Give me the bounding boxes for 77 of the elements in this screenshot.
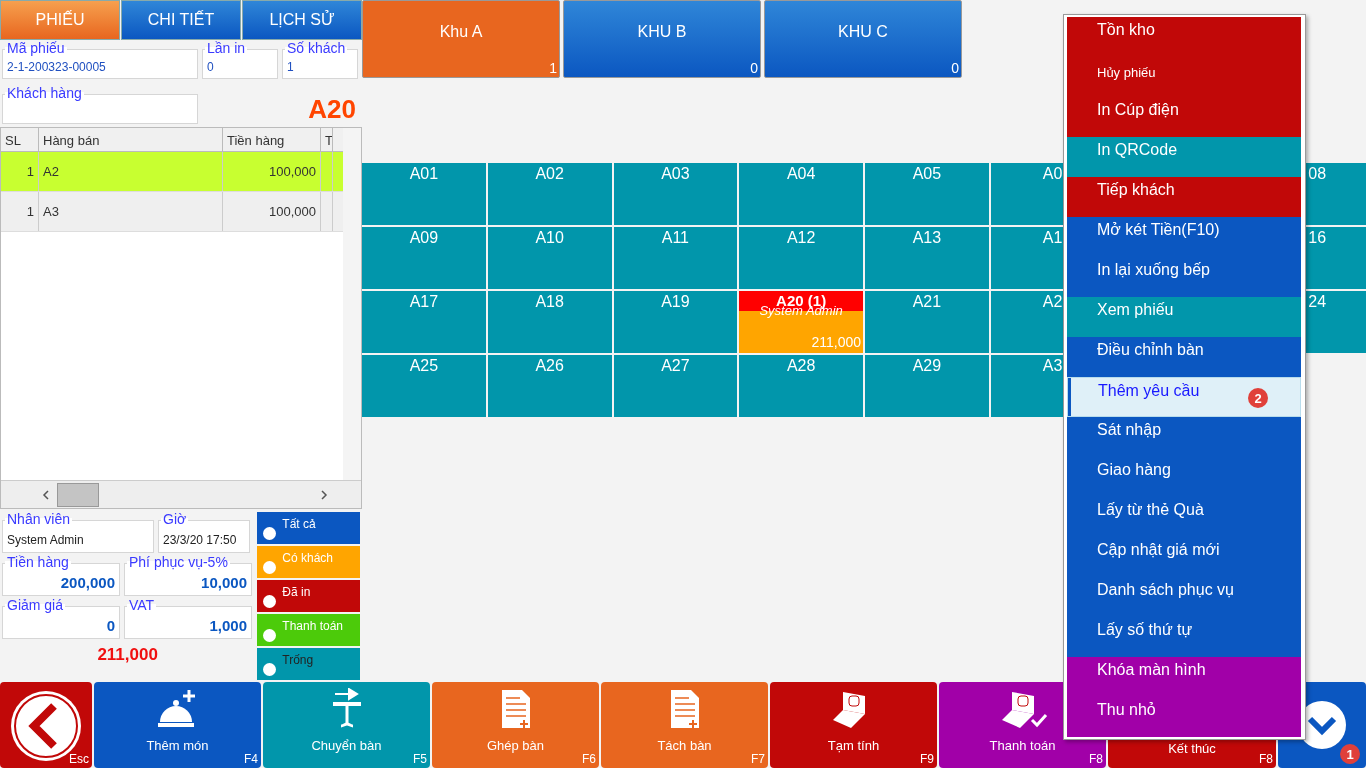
menu-item[interactable]: Thu nhỏ xyxy=(1067,697,1301,737)
order-row[interactable]: 1 A3 100,000 xyxy=(1,191,343,232)
table-tile[interactable]: A05 xyxy=(865,163,989,225)
zone-tab[interactable]: KHU B 0 xyxy=(563,0,761,78)
menu-item[interactable]: Điều chỉnh bàn xyxy=(1067,337,1301,377)
menu-item[interactable]: In QRCode xyxy=(1067,137,1301,177)
table-tile[interactable]: A13 xyxy=(865,227,989,289)
menu-item[interactable]: Lấy số thứ tự xyxy=(1067,617,1301,657)
table-tile[interactable]: A20 (1) System Admin 211,000 xyxy=(739,291,863,353)
table-tile[interactable]: A29 xyxy=(865,355,989,417)
table-tile[interactable]: A25 xyxy=(362,355,486,417)
radio-button[interactable] xyxy=(263,594,277,608)
column-header: T xyxy=(321,127,333,151)
tab[interactable]: LỊCH SỬ xyxy=(242,0,362,40)
table-tile[interactable]: A27 xyxy=(613,355,738,417)
menu-item[interactable]: Danh sách phục vụ xyxy=(1067,577,1301,617)
radio-button[interactable] xyxy=(263,560,277,574)
toolbar-button[interactable]: Tách bàn F7 xyxy=(601,682,768,768)
status-filter[interactable]: Trống xyxy=(257,648,360,680)
menu-item[interactable]: Thêm yêu cầu 2 xyxy=(1067,377,1301,417)
horizontal-scrollbar[interactable] xyxy=(1,480,361,508)
table-tile[interactable]: A28 xyxy=(739,355,863,417)
table-tile[interactable]: A04 xyxy=(739,163,863,225)
order-row[interactable]: 1 A2 100,000 xyxy=(1,151,343,192)
scrollbar-thumb[interactable] xyxy=(57,482,99,507)
table-tile[interactable]: A02 xyxy=(487,163,612,225)
table-tile[interactable]: A18 xyxy=(487,291,612,353)
table-tile[interactable]: A09 xyxy=(362,227,486,289)
table-cell: 1 xyxy=(1,191,39,231)
column-header: Hàng bán xyxy=(39,127,223,151)
table-tile[interactable]: A26 xyxy=(487,355,612,417)
toolbar-button[interactable]: Tạm tính F9 xyxy=(770,682,937,768)
menu-item[interactable]: Tồn kho xyxy=(1067,17,1301,57)
menu-item[interactable]: Khóa màn hình xyxy=(1067,657,1301,697)
menu-item[interactable]: Cập nhật giá mới xyxy=(1067,537,1301,577)
badge: 2 xyxy=(1248,388,1268,408)
total-amount: 211,000 xyxy=(97,645,158,665)
menu-item[interactable]: Mở két Tiền(F10) xyxy=(1067,217,1301,257)
table-tile[interactable]: A03 xyxy=(613,163,738,225)
toolbar-button[interactable]: Ghép bàn F6 xyxy=(432,682,599,768)
menu-item[interactable]: Giao hàng xyxy=(1067,457,1301,497)
table-cell: 100,000 xyxy=(223,191,321,231)
table-cell: A2 xyxy=(39,151,223,191)
status-filter[interactable]: Đã in xyxy=(257,580,360,612)
vertical-scrollbar[interactable] xyxy=(343,127,361,480)
table-tile[interactable]: A10 xyxy=(487,227,612,289)
tab[interactable]: PHIẾU xyxy=(0,0,120,40)
status-filter[interactable]: Tất cả xyxy=(257,512,360,544)
table-name: A20 xyxy=(308,93,356,124)
menu-item[interactable]: Sát nhập xyxy=(1067,417,1301,457)
table-cell: 1 xyxy=(1,151,39,191)
table-tile[interactable]: A01 xyxy=(362,163,486,225)
tab[interactable]: CHI TIẾT xyxy=(121,0,241,40)
table-tile[interactable]: A17 xyxy=(362,291,486,353)
table-tile[interactable]: A11 xyxy=(613,227,738,289)
menu-item[interactable]: In lại xuống bếp xyxy=(1067,257,1301,297)
column-header: Tiền hàng xyxy=(223,127,321,151)
radio-button[interactable] xyxy=(263,662,277,676)
zone-tab[interactable]: KHU C 0 xyxy=(764,0,962,78)
menu-item[interactable]: Tiếp khách xyxy=(1067,177,1301,217)
table-cell: 100,000 xyxy=(223,151,321,191)
zone-tab[interactable]: Khu A 1 xyxy=(362,0,560,78)
radio-button[interactable] xyxy=(263,628,277,642)
badge: 1 xyxy=(1340,744,1360,764)
table-tile[interactable]: A19 xyxy=(613,291,738,353)
menu-item[interactable]: Hủy phiếu xyxy=(1067,57,1301,97)
menu-item[interactable]: Lấy từ thẻ Quà xyxy=(1067,497,1301,537)
toolbar-button[interactable]: Chuyển bàn F5 xyxy=(263,682,430,768)
table-tile[interactable]: A12 xyxy=(739,227,863,289)
table-cell: A3 xyxy=(39,191,223,231)
menu-item[interactable]: Xem phiếu xyxy=(1067,297,1301,337)
back-button[interactable]: Esc xyxy=(0,682,92,768)
toolbar-button[interactable]: Thêm món F4 xyxy=(94,682,261,768)
radio-button[interactable] xyxy=(263,526,277,540)
table-tile[interactable]: A21 xyxy=(865,291,989,353)
column-header: SL xyxy=(1,127,39,151)
menu-item[interactable]: In Cúp điện xyxy=(1067,97,1301,137)
